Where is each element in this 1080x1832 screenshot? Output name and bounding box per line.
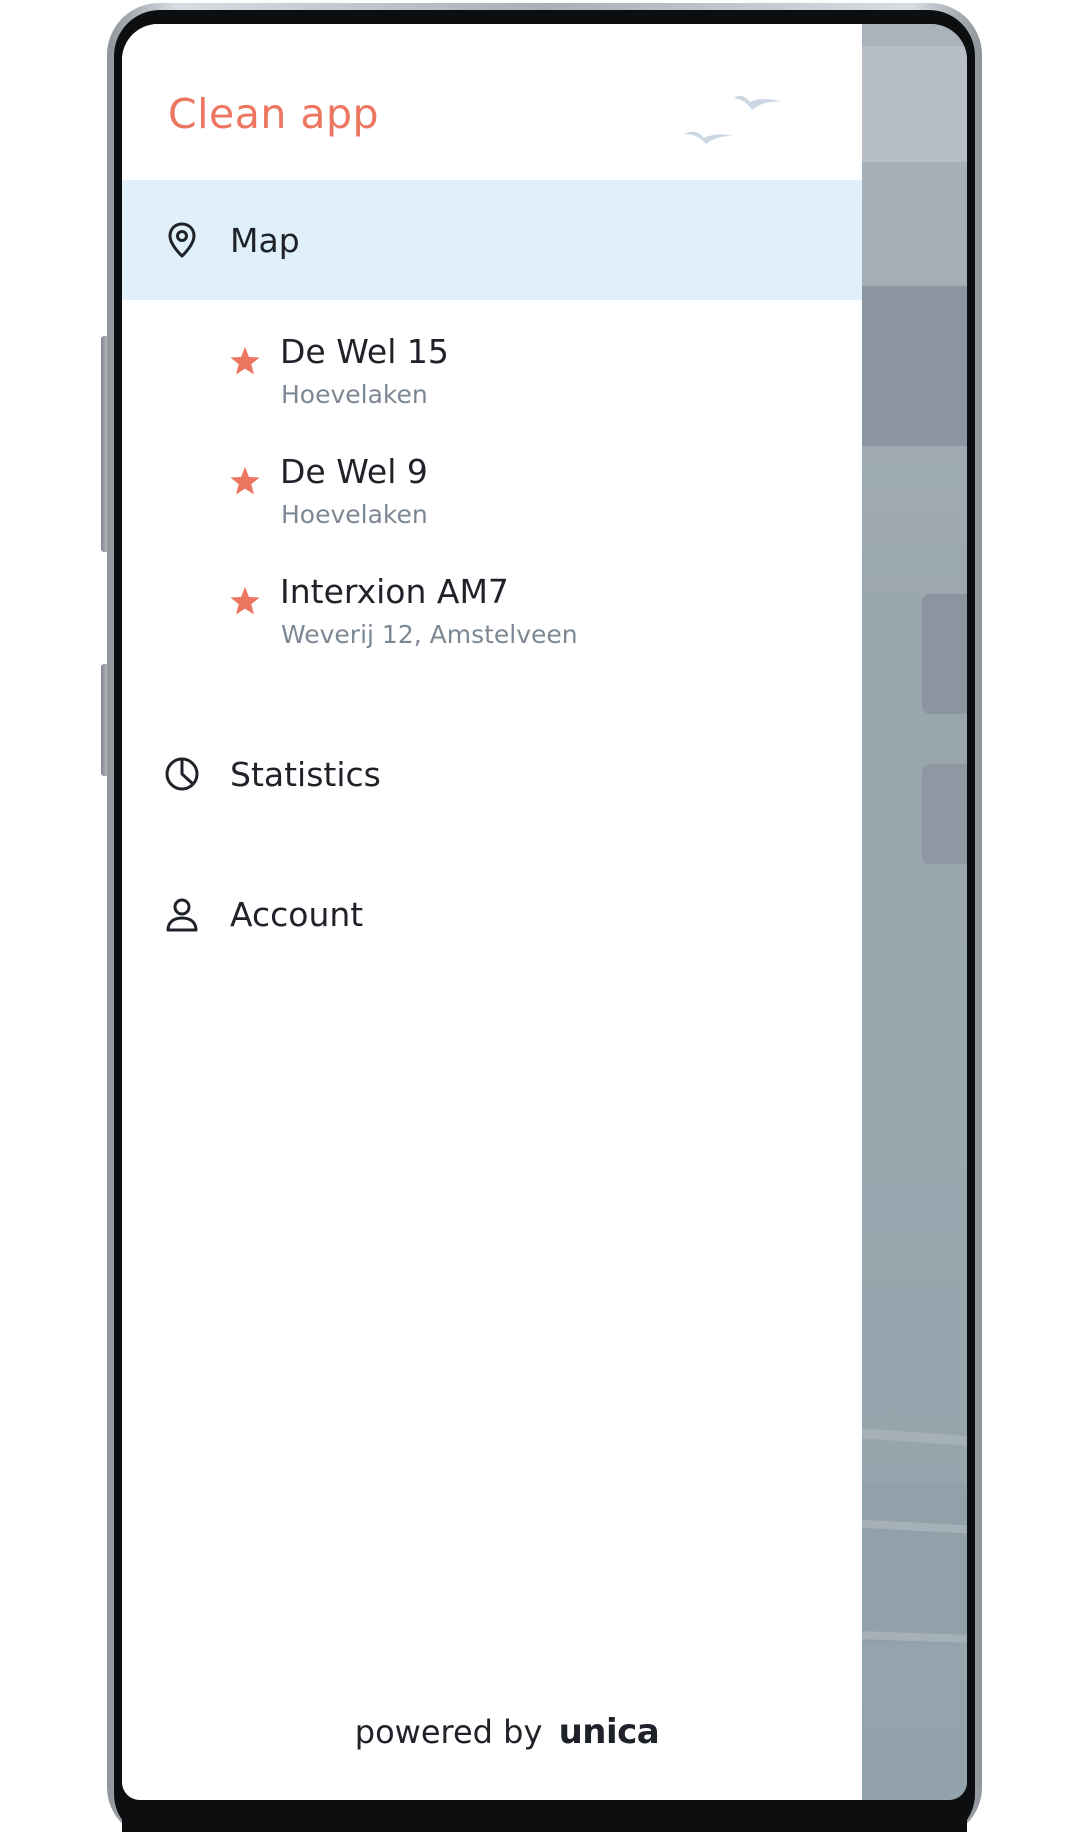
map-building xyxy=(922,594,967,714)
menu-item-label: Statistics xyxy=(230,754,381,794)
map-pin-icon xyxy=(168,222,196,258)
device-stage: Clean app Map De Wel 15 Hoevelaken De We… xyxy=(0,0,1080,1832)
location-place: Hoevelaken xyxy=(281,380,428,409)
location-name: De Wel 15 xyxy=(280,332,449,371)
navigation-drawer: Clean app Map De Wel 15 Hoevelaken De We… xyxy=(122,24,862,1800)
app-title: Clean app xyxy=(168,90,380,138)
menu-item-label: Map xyxy=(230,220,300,260)
user-icon xyxy=(166,898,198,932)
phone-screen: Clean app Map De Wel 15 Hoevelaken De We… xyxy=(122,24,967,1800)
birds-icon xyxy=(684,95,782,144)
powered-by-text: powered by xyxy=(354,1713,543,1751)
location-item[interactable]: De Wel 9 Hoevelaken xyxy=(122,444,862,554)
powered-by-footer: powered by unica xyxy=(122,1712,862,1752)
location-place: Weverij 12, Amstelveen xyxy=(281,620,578,649)
map-building xyxy=(922,764,967,864)
menu-item-map[interactable]: Map xyxy=(122,180,862,300)
menu-item-account[interactable]: Account xyxy=(122,854,862,974)
map-building xyxy=(862,286,967,446)
location-place: Hoevelaken xyxy=(281,500,428,529)
location-name: De Wel 9 xyxy=(280,452,428,491)
star-icon xyxy=(230,467,260,495)
star-icon xyxy=(230,347,260,375)
pie-chart-icon xyxy=(165,757,199,791)
phone-bottom-edge xyxy=(122,1800,967,1832)
star-icon xyxy=(230,587,260,615)
location-name: Interxion AM7 xyxy=(280,572,509,611)
brand-logo: unica xyxy=(558,1712,660,1752)
menu-item-label: Account xyxy=(230,894,364,934)
location-item[interactable]: Interxion AM7 Weverij 12, Amstelveen xyxy=(122,564,862,674)
menu-item-statistics[interactable]: Statistics xyxy=(122,714,862,834)
location-item[interactable]: De Wel 15 Hoevelaken xyxy=(122,324,862,434)
